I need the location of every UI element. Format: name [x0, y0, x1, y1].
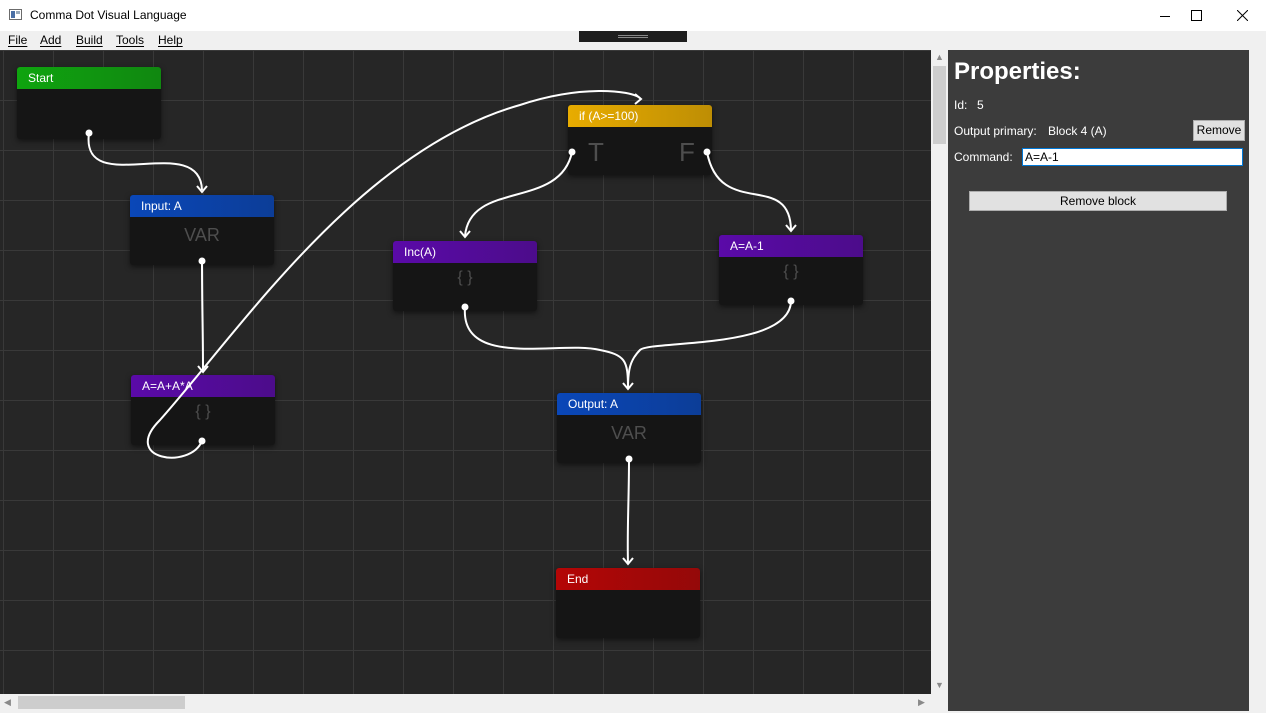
- arrowhead-input: [196, 185, 208, 194]
- block-assign-square[interactable]: A=A+A*A { }: [131, 375, 275, 445]
- block-title: End: [556, 568, 700, 590]
- block-inc[interactable]: Inc(A) { }: [393, 241, 537, 311]
- scroll-down-icon[interactable]: ▼: [935, 681, 944, 690]
- id-label: Id:: [954, 98, 968, 112]
- braces-label: { }: [457, 269, 473, 286]
- app-icon: [9, 9, 22, 20]
- true-branch-label: T: [588, 137, 604, 167]
- output-primary-value: Block 4 (A): [1048, 124, 1107, 138]
- menu-help[interactable]: Help: [158, 33, 183, 47]
- minimize-icon: [1160, 11, 1170, 21]
- scroll-up-icon[interactable]: ▲: [935, 53, 944, 62]
- flow-canvas[interactable]: Start Input: A VAR A=A+A*A { } if (A>=10…: [0, 50, 931, 694]
- block-title: Inc(A): [393, 241, 537, 263]
- menu-build[interactable]: Build: [76, 33, 103, 47]
- menu-tools[interactable]: Tools: [116, 33, 144, 47]
- block-assign-decrement[interactable]: A=A-1 { }: [719, 235, 863, 305]
- arrowhead-assign: [197, 365, 209, 374]
- wire-if-false-to-decrement: [706, 151, 792, 231]
- braces-label: { }: [783, 263, 799, 280]
- arrowhead-output: [622, 382, 634, 391]
- wire-output-to-end: [626, 458, 630, 564]
- wire-start-to-input: [87, 132, 203, 191]
- braces-label: { }: [195, 403, 211, 420]
- block-end[interactable]: End: [556, 568, 700, 638]
- block-input[interactable]: Input: A VAR: [130, 195, 274, 265]
- scroll-left-icon[interactable]: ◀: [4, 698, 11, 707]
- command-input[interactable]: [1022, 148, 1243, 166]
- var-label: VAR: [184, 225, 220, 245]
- properties-title: Properties:: [954, 58, 1081, 85]
- command-label: Command:: [954, 150, 1013, 164]
- block-title: Input: A: [130, 195, 274, 217]
- title-bar: Comma Dot Visual Language: [0, 0, 1266, 31]
- wire-inc-to-output: [463, 306, 629, 389]
- vertical-scroll-thumb[interactable]: [933, 66, 946, 144]
- menu-file[interactable]: File: [8, 33, 27, 47]
- block-title: A=A+A*A: [131, 375, 275, 397]
- block-output[interactable]: Output: A VAR: [557, 393, 701, 463]
- close-button[interactable]: [1219, 0, 1265, 31]
- block-title: Start: [17, 67, 161, 89]
- block-title: A=A-1: [719, 235, 863, 257]
- wire-if-true-to-inc: [464, 151, 573, 237]
- arrowhead-inc: [459, 230, 471, 239]
- var-label: VAR: [611, 423, 647, 443]
- connection-wires: [85, 90, 797, 566]
- arrowhead-if: [634, 93, 643, 105]
- remove-block-button[interactable]: Remove block: [969, 191, 1227, 211]
- wire-input-to-assign: [201, 260, 204, 371]
- maximize-button[interactable]: [1173, 0, 1219, 31]
- maximize-icon: [1190, 10, 1202, 21]
- horizontal-scroll-thumb[interactable]: [18, 696, 185, 709]
- block-if[interactable]: if (A>=100) T F: [568, 105, 712, 175]
- remove-output-button[interactable]: Remove: [1193, 120, 1245, 141]
- block-title: if (A>=100): [568, 105, 712, 127]
- scroll-corner: [931, 694, 948, 711]
- window-edge: [1249, 50, 1266, 713]
- splitter-grip[interactable]: [579, 31, 687, 42]
- horizontal-scrollbar[interactable]: ◀ ▶: [0, 694, 931, 711]
- id-value: 5: [977, 98, 984, 112]
- window-title: Comma Dot Visual Language: [30, 8, 187, 22]
- properties-panel: Properties: Id: 5 Output primary: Block …: [948, 50, 1249, 711]
- arrowhead-decrement: [785, 224, 797, 233]
- vertical-scrollbar[interactable]: ▲ ▼: [931, 50, 948, 694]
- output-primary-label: Output primary:: [954, 124, 1037, 138]
- block-start[interactable]: Start: [17, 67, 161, 139]
- false-branch-label: F: [679, 137, 695, 167]
- scroll-right-icon[interactable]: ▶: [918, 698, 925, 707]
- close-icon: [1236, 10, 1248, 21]
- block-title: Output: A: [557, 393, 701, 415]
- menu-add[interactable]: Add: [40, 33, 61, 47]
- arrowhead-end: [622, 557, 634, 566]
- wire-decrement-to-output: [627, 300, 792, 389]
